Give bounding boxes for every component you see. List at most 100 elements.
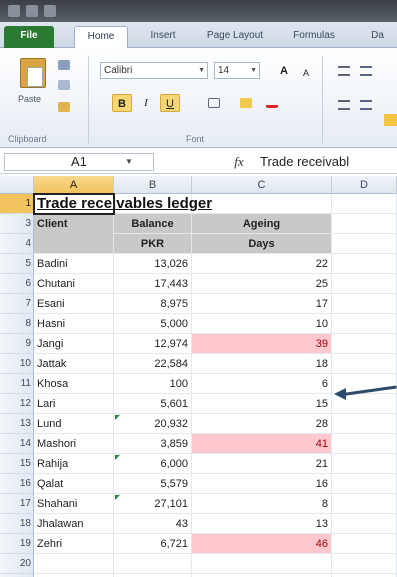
align-left-icon[interactable] xyxy=(338,100,350,110)
client-cell[interactable]: Chutani xyxy=(34,274,114,294)
balance-cell[interactable]: 17,443 xyxy=(114,274,192,294)
format-painter-icon[interactable] xyxy=(58,102,70,112)
ageing-cell[interactable]: 8 xyxy=(192,494,332,514)
client-cell[interactable]: Rahija xyxy=(34,454,114,474)
row-header[interactable]: 9 xyxy=(0,334,34,354)
balance-cell[interactable]: 5,579 xyxy=(114,474,192,494)
row-header[interactable]: 1 xyxy=(0,194,34,214)
sheet-title[interactable]: Trade receivables ledger xyxy=(34,194,334,214)
ageing-cell[interactable]: 46 xyxy=(192,534,332,554)
client-cell[interactable]: Badini xyxy=(34,254,114,274)
balance-cell[interactable]: 8,975 xyxy=(114,294,192,314)
save-icon[interactable] xyxy=(8,5,20,17)
align-middle-icon[interactable] xyxy=(360,66,372,76)
row-header[interactable]: 3 xyxy=(0,214,34,234)
ageing-cell[interactable]: 13 xyxy=(192,514,332,534)
row-header[interactable]: 6 xyxy=(0,274,34,294)
client-cell[interactable]: Zehri xyxy=(34,534,114,554)
row-header[interactable]: 7 xyxy=(0,294,34,314)
shrink-font-button[interactable]: A xyxy=(296,64,316,82)
copy-icon[interactable] xyxy=(58,80,70,90)
client-cell[interactable]: Esani xyxy=(34,294,114,314)
row-header[interactable]: 5 xyxy=(0,254,34,274)
row-header[interactable]: 8 xyxy=(0,314,34,334)
row-header[interactable]: 10 xyxy=(0,354,34,374)
ageing-cell[interactable]: 16 xyxy=(192,474,332,494)
cell[interactable] xyxy=(332,254,397,274)
column-header-a[interactable]: A xyxy=(34,176,114,194)
balance-cell[interactable]: 43 xyxy=(114,514,192,534)
row-header[interactable]: 18 xyxy=(0,514,34,534)
ageing-cell[interactable]: 25 xyxy=(192,274,332,294)
client-cell[interactable]: Jangi xyxy=(34,334,114,354)
row-header[interactable]: 12 xyxy=(0,394,34,414)
redo-icon[interactable] xyxy=(44,5,56,17)
cell[interactable] xyxy=(332,414,397,434)
balance-cell[interactable]: 6,000 xyxy=(114,454,192,474)
italic-button[interactable]: I xyxy=(136,94,156,112)
cell[interactable] xyxy=(332,454,397,474)
client-cell[interactable]: Lari xyxy=(34,394,114,414)
client-cell[interactable]: Lund xyxy=(34,414,114,434)
cell[interactable] xyxy=(332,434,397,454)
cell[interactable] xyxy=(332,234,397,254)
balance-cell[interactable]: 5,601 xyxy=(114,394,192,414)
row-header[interactable]: 4 xyxy=(0,234,34,254)
wrap-text-icon[interactable] xyxy=(384,114,397,126)
cell[interactable] xyxy=(332,314,397,334)
balance-cell[interactable]: 27,101 xyxy=(114,494,192,514)
cut-icon[interactable] xyxy=(58,60,70,70)
bold-button[interactable]: B xyxy=(112,94,132,112)
row-header[interactable]: 17 xyxy=(0,494,34,514)
ageing-cell[interactable]: 17 xyxy=(192,294,332,314)
cell[interactable] xyxy=(332,294,397,314)
paste-button-label[interactable]: Paste xyxy=(18,94,41,104)
row-header[interactable]: 20 xyxy=(0,554,34,574)
column-header-d[interactable]: D xyxy=(332,176,397,194)
cell[interactable] xyxy=(332,474,397,494)
balance-cell[interactable]: 6,721 xyxy=(114,534,192,554)
grow-font-button[interactable]: A xyxy=(274,62,294,80)
balance-cell[interactable]: 3,859 xyxy=(114,434,192,454)
formula-input[interactable]: Trade receivabl xyxy=(260,153,349,171)
fill-color-icon[interactable] xyxy=(240,98,252,108)
borders-icon[interactable] xyxy=(208,98,220,108)
client-cell[interactable]: Qalat xyxy=(34,474,114,494)
row-header[interactable]: 13 xyxy=(0,414,34,434)
balance-cell[interactable]: 5,000 xyxy=(114,314,192,334)
ageing-cell[interactable]: 39 xyxy=(192,334,332,354)
select-all-corner[interactable] xyxy=(0,176,34,194)
ageing-cell[interactable]: 28 xyxy=(192,414,332,434)
cell[interactable] xyxy=(332,494,397,514)
balance-cell[interactable]: 100 xyxy=(114,374,192,394)
ageing-cell[interactable]: 10 xyxy=(192,314,332,334)
client-cell[interactable]: Hasni xyxy=(34,314,114,334)
client-cell[interactable]: Mashori xyxy=(34,434,114,454)
ageing-cell[interactable]: 41 xyxy=(192,434,332,454)
client-cell[interactable]: Khosa xyxy=(34,374,114,394)
undo-icon[interactable] xyxy=(26,5,38,17)
ageing-cell[interactable]: 21 xyxy=(192,454,332,474)
align-top-icon[interactable] xyxy=(338,66,350,76)
name-box[interactable]: A1 ▼ xyxy=(4,153,154,171)
row-header[interactable]: 16 xyxy=(0,474,34,494)
cell[interactable] xyxy=(192,554,332,574)
tab-insert[interactable]: Insert xyxy=(140,26,186,48)
insert-function-button[interactable]: fx xyxy=(222,153,256,171)
align-center-icon[interactable] xyxy=(360,100,372,110)
font-name-combo[interactable]: Calibri ▼ xyxy=(100,62,208,79)
balance-cell[interactable]: 13,026 xyxy=(114,254,192,274)
cell[interactable] xyxy=(332,514,397,534)
row-header[interactable]: 15 xyxy=(0,454,34,474)
cell[interactable] xyxy=(332,354,397,374)
cell[interactable] xyxy=(332,554,397,574)
balance-cell[interactable]: 22,584 xyxy=(114,354,192,374)
tab-home[interactable]: Home xyxy=(74,26,128,48)
tab-page-layout[interactable]: Page Layout xyxy=(200,26,270,48)
paste-icon[interactable] xyxy=(20,58,46,88)
cell[interactable] xyxy=(34,554,114,574)
cell[interactable] xyxy=(332,534,397,554)
tab-formulas[interactable]: Formulas xyxy=(284,26,344,48)
worksheet-grid[interactable]: A B C D 13456789101112131415161718192021… xyxy=(0,176,397,577)
cell[interactable] xyxy=(332,334,397,354)
